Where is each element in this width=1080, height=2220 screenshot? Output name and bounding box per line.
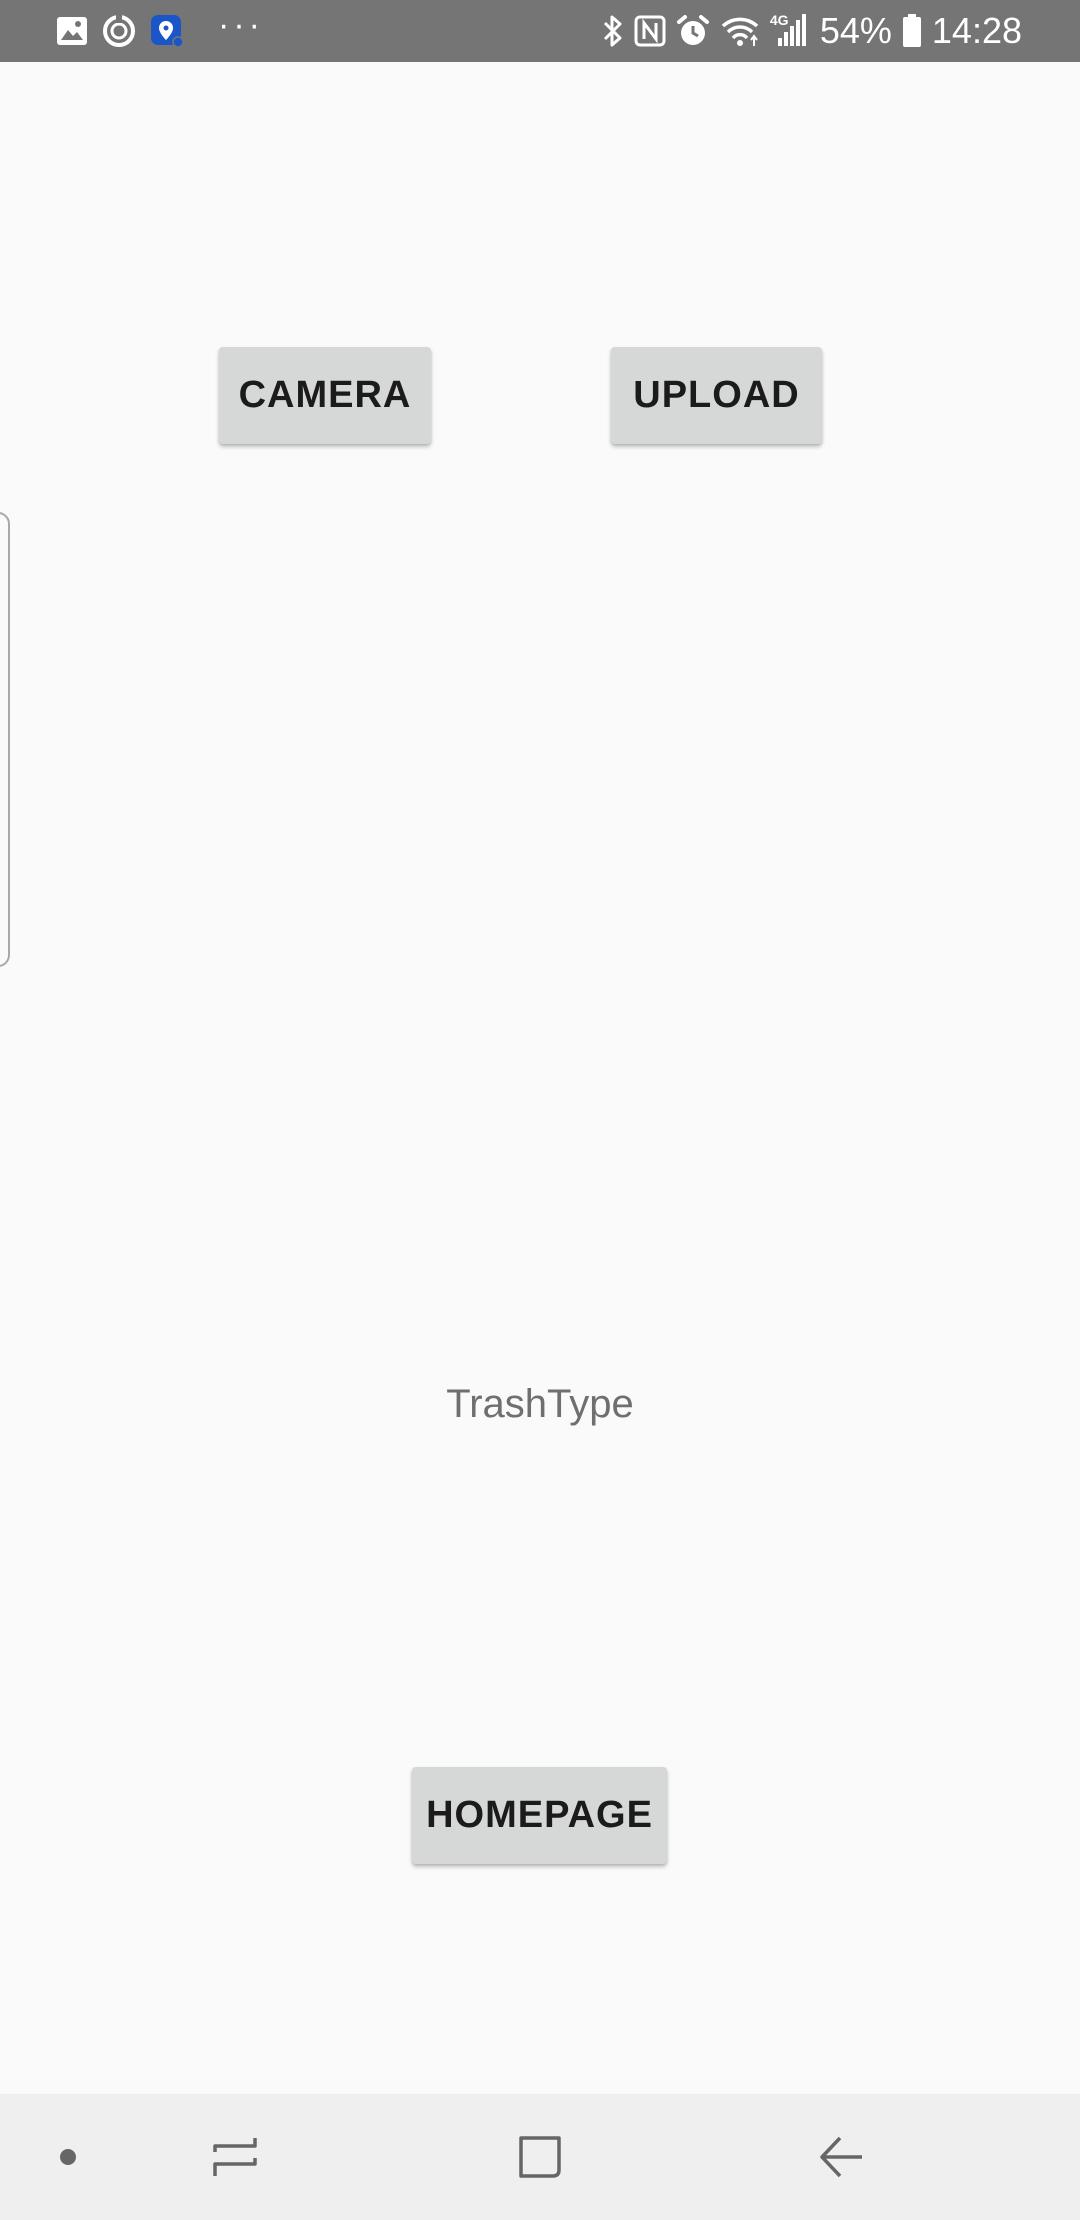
image-preview: [0, 512, 10, 967]
battery-icon: [902, 14, 922, 48]
camera-button[interactable]: CAMERA: [219, 347, 431, 444]
battery-percent: 54%: [819, 10, 892, 51]
sync-icon: [102, 14, 136, 48]
back-icon[interactable]: [801, 2094, 881, 2220]
home-icon[interactable]: [500, 2094, 580, 2220]
nfc-icon: [634, 15, 666, 47]
recents-icon[interactable]: [196, 2094, 276, 2220]
trash-type-label: TrashType: [446, 1382, 634, 1426]
wifi-icon: [720, 14, 760, 48]
status-bar-left: ···: [56, 6, 264, 52]
homepage-button[interactable]: HOMEPAGE: [412, 1767, 667, 1864]
overflow-dots: ···: [218, 5, 264, 44]
upload-button[interactable]: UPLOAD: [611, 347, 822, 444]
network-type-label: 4G: [769, 12, 789, 28]
gallery-icon: [56, 16, 88, 46]
alarm-icon: [676, 14, 710, 48]
bluetooth-icon: [602, 14, 624, 48]
navigation-bar: [0, 2094, 1080, 2220]
dot-indicator-icon[interactable]: [38, 2094, 98, 2220]
status-bar: ··· 4G 54% 14:28: [0, 0, 1080, 62]
clock: 14:28: [931, 10, 1022, 51]
signal-icon: 4G: [769, 12, 810, 48]
status-bar-right: 4G 54% 14:28: [602, 8, 1022, 54]
location-app-icon: [150, 14, 184, 48]
